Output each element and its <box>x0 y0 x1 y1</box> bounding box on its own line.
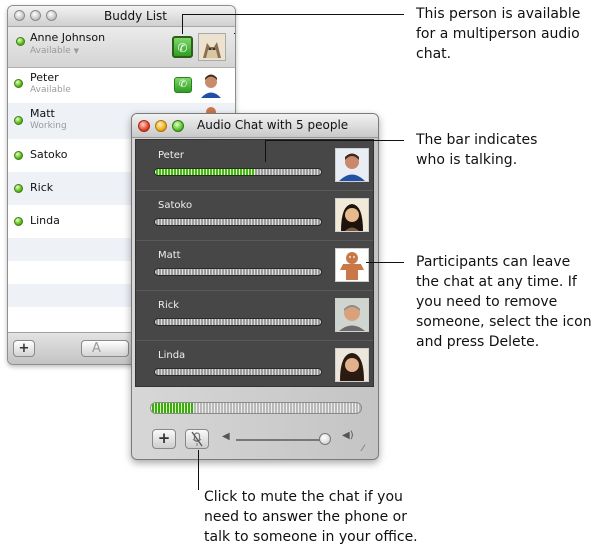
buddy-name: Linda <box>30 214 60 227</box>
talk-level-bar <box>154 268 322 276</box>
callout-talking: The bar indicates who is talking. <box>416 132 538 168</box>
my-status-indicator <box>16 37 25 46</box>
resize-grip[interactable]: ⁄⁄ <box>362 444 364 454</box>
participant-row-rick: Rick <box>136 290 373 341</box>
minimize-window-button[interactable] <box>155 120 167 132</box>
callout-connector <box>265 140 266 162</box>
participant-picture[interactable] <box>335 198 369 232</box>
participant-name: Satoko <box>158 200 193 211</box>
available-status-icon <box>14 151 23 160</box>
buddy-status: Working <box>30 121 67 131</box>
talk-level-fill <box>155 169 255 175</box>
callout-available: This person is available for a multipers… <box>416 6 581 62</box>
talk-level-bar <box>154 218 322 226</box>
my-status-menu[interactable]: Available ▼ <box>30 46 79 56</box>
participant-name: Peter <box>158 150 185 161</box>
volume-slider-knob[interactable] <box>319 433 331 445</box>
audio-chat-phone-icon[interactable]: ✆ <box>174 77 192 93</box>
callout-connector <box>182 14 183 34</box>
participant-row-linda: Linda <box>136 340 373 386</box>
my-status-area: Anne Johnson Available ▼ ✆ <box>8 27 235 68</box>
buddy-name: Rick <box>30 181 54 194</box>
text-chat-label: A <box>92 341 101 356</box>
add-participant-button[interactable]: + <box>152 429 176 449</box>
muted-microphone-icon <box>191 431 203 447</box>
buddy-name: Matt <box>30 107 55 120</box>
participant-row-satoko: Satoko <box>136 190 373 241</box>
callout-connector <box>234 33 235 34</box>
participant-picture[interactable] <box>335 348 369 382</box>
audio-chat-titlebar[interactable]: Audio Chat with 5 people <box>132 114 378 138</box>
my-status-label: Available <box>30 46 71 56</box>
buddy-row-peter[interactable]: Peter Available ✆ <box>8 68 235 104</box>
chevron-down-icon: ▼ <box>73 47 80 55</box>
my-buddy-picture-cat[interactable] <box>198 33 226 61</box>
available-status-icon <box>14 116 23 125</box>
mute-button[interactable] <box>185 429 209 449</box>
callout-leave: Participants can leave the chat at any t… <box>416 254 592 350</box>
callout-mute: Click to mute the chat if you need to an… <box>204 489 418 545</box>
text-chat-button[interactable]: A <box>81 340 129 357</box>
buddy-name: Peter <box>30 71 59 84</box>
my-name: Anne Johnson <box>30 31 106 44</box>
volume-low-icon: ◀ <box>222 431 230 442</box>
available-status-icon <box>14 217 23 226</box>
participant-row-matt: Matt <box>136 240 373 291</box>
buddy-picture <box>198 72 224 98</box>
available-status-icon <box>14 184 23 193</box>
participant-row-peter: Peter <box>136 140 373 191</box>
zoom-window-button[interactable] <box>172 120 184 132</box>
buddy-status: Available <box>30 85 71 95</box>
buddy-list-title: Buddy List <box>104 9 167 23</box>
talk-level-bar <box>154 318 322 326</box>
participants-panel: Peter Satoko Matt Rick Linda <box>135 139 374 387</box>
participant-picture[interactable] <box>335 248 369 282</box>
buddy-name: Satoko <box>30 148 68 161</box>
participant-name: Matt <box>158 250 181 261</box>
callout-connector <box>182 14 404 15</box>
volume-slider-track[interactable] <box>236 439 322 441</box>
volume-high-icon: ◀) <box>342 430 354 441</box>
callout-connector <box>265 140 404 141</box>
available-status-icon <box>14 79 23 88</box>
participant-name: Rick <box>158 300 180 311</box>
participant-name: Linda <box>158 350 186 361</box>
callout-connector <box>198 450 199 490</box>
audio-chat-phone-icon[interactable]: ✆ <box>172 36 193 58</box>
close-window-button[interactable] <box>138 120 150 132</box>
close-window-button[interactable] <box>14 10 25 21</box>
minimize-window-button[interactable] <box>30 10 41 21</box>
add-buddy-button[interactable]: + <box>13 340 35 357</box>
talk-level-bar <box>154 368 322 376</box>
participant-picture[interactable] <box>335 298 369 332</box>
callout-connector <box>366 262 404 263</box>
talk-level-bar <box>154 168 322 176</box>
buddy-list-titlebar[interactable]: Buddy List <box>8 6 235 27</box>
my-mic-level-bar <box>150 402 362 414</box>
zoom-window-button[interactable] <box>46 10 57 21</box>
mic-level-fill <box>151 403 193 413</box>
audio-chat-window: Audio Chat with 5 people Peter Satoko Ma… <box>131 113 379 460</box>
participant-picture[interactable] <box>335 148 369 182</box>
audio-chat-title: Audio Chat with 5 people <box>197 118 349 132</box>
